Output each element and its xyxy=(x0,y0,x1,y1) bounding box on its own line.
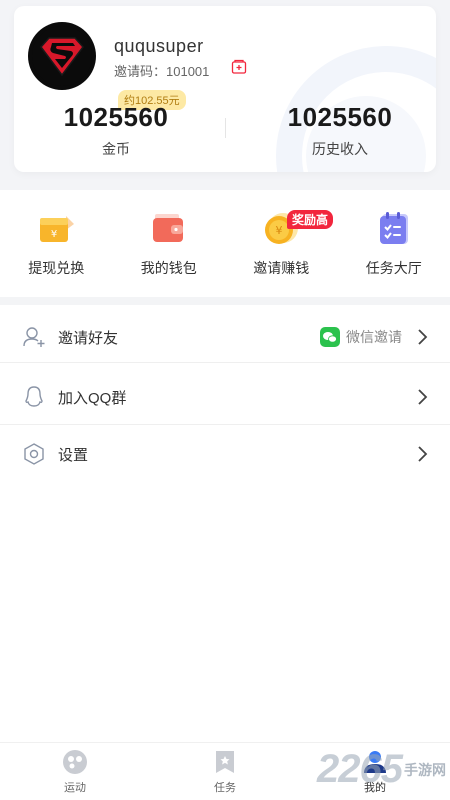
tab-task[interactable]: 任务 xyxy=(150,743,300,800)
income-value: 1025560 xyxy=(287,102,393,132)
quick-actions: ¥ 提现兑换 我的钱包 ¥ 奖励高 邀请赚钱 任务大厅 xyxy=(0,208,450,288)
quick-action-invite[interactable]: ¥ 奖励高 邀请赚钱 xyxy=(225,208,338,288)
svg-text:¥: ¥ xyxy=(276,224,283,237)
task-flag-icon xyxy=(211,748,239,776)
bottom-tab-bar: 运动 任务 我的 xyxy=(0,742,450,800)
section-divider xyxy=(0,297,450,305)
quick-action-label: 任务大厅 xyxy=(365,260,422,276)
profile-card: ququsuper 邀请码：101001 约102.55元 1025560 金币… xyxy=(14,6,436,172)
coins-value: 1025560 xyxy=(63,102,169,132)
username: ququsuper xyxy=(114,36,204,56)
quick-action-label: 邀请赚钱 xyxy=(253,260,310,276)
menu-label: 设置 xyxy=(58,446,89,464)
invite-code: 邀请码：101001 xyxy=(114,64,210,79)
quick-action-withdraw[interactable]: ¥ 提现兑换 xyxy=(0,208,113,288)
quick-action-label: 我的钱包 xyxy=(140,260,197,276)
tab-label: 我的 xyxy=(364,782,386,794)
wechat-icon xyxy=(320,327,340,347)
coins-stat[interactable]: 1025560 金币 xyxy=(26,102,206,159)
qq-icon xyxy=(22,385,46,409)
superman-logo-icon xyxy=(32,26,92,86)
wechat-invite[interactable]: 微信邀请 xyxy=(320,327,402,347)
chevron-right-icon xyxy=(418,446,428,462)
quick-action-wallet[interactable]: 我的钱包 xyxy=(113,208,226,288)
stat-divider xyxy=(225,118,226,138)
user-icon xyxy=(361,748,389,776)
chevron-right-icon xyxy=(418,329,428,345)
menu-label: 邀请好友 xyxy=(58,329,119,347)
menu-join-qq-group[interactable]: 加入QQ群 xyxy=(0,368,450,426)
coins-label: 金币 xyxy=(102,141,130,157)
tab-label: 运动 xyxy=(64,782,86,794)
copy-icon[interactable] xyxy=(231,59,247,75)
income-stat[interactable]: 1025560 历史收入 xyxy=(250,102,430,159)
svg-text:¥: ¥ xyxy=(51,229,57,240)
avatar[interactable] xyxy=(28,22,96,90)
chevron-right-icon xyxy=(418,389,428,405)
menu-label: 加入QQ群 xyxy=(58,389,127,407)
cash-box-icon: ¥ xyxy=(36,208,76,248)
quick-action-task-hall[interactable]: 任务大厅 xyxy=(338,208,450,288)
tab-label: 任务 xyxy=(214,782,236,794)
row-divider xyxy=(0,362,450,363)
checklist-icon xyxy=(374,208,414,248)
menu-settings[interactable]: 设置 xyxy=(0,425,450,483)
wallet-icon xyxy=(149,208,189,248)
settings-hexagon-icon xyxy=(22,442,46,466)
reward-badge: 奖励高 xyxy=(287,210,334,229)
wechat-invite-label: 微信邀请 xyxy=(346,329,402,345)
tab-sport[interactable]: 运动 xyxy=(0,743,150,800)
menu-invite-friends[interactable]: 邀请好友 微信邀请 xyxy=(0,308,450,366)
tab-mine[interactable]: 我的 xyxy=(300,743,450,800)
sport-icon xyxy=(61,748,89,776)
income-label: 历史收入 xyxy=(312,141,368,157)
quick-action-label: 提现兑换 xyxy=(28,260,85,276)
add-user-icon xyxy=(22,325,46,349)
